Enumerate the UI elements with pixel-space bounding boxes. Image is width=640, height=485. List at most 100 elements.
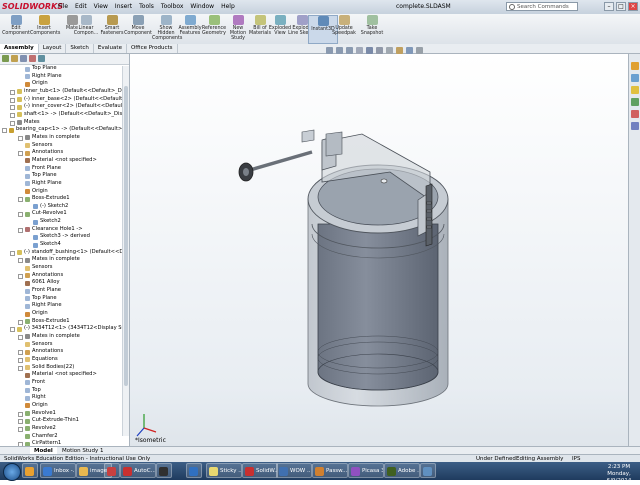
tab-evaluate[interactable]: Evaluate xyxy=(94,44,127,53)
ribbon-take-snapshot-button[interactable]: Take Snapshot xyxy=(358,15,386,36)
scrollbar-thumb[interactable] xyxy=(124,86,128,386)
taskbar-item[interactable]: Inbox -... xyxy=(40,463,76,478)
tree-item[interactable]: Boss-Extrude1 xyxy=(0,195,129,203)
custom-properties-icon[interactable] xyxy=(631,122,639,130)
tree-item[interactable]: Top xyxy=(0,387,129,395)
dimxpert-icon[interactable] xyxy=(29,55,36,62)
taskbar-item[interactable]: AutoC... xyxy=(120,463,156,478)
tree-item[interactable]: Origin xyxy=(0,402,129,410)
menu-window[interactable]: Window xyxy=(190,3,214,10)
tree-item[interactable]: Equations xyxy=(0,356,129,364)
property-manager-icon[interactable] xyxy=(11,55,18,62)
tree-item[interactable]: Chamfer2 xyxy=(0,433,129,441)
apply-scene-icon[interactable] xyxy=(406,47,413,54)
tree-item[interactable]: (-) 3434T12<1> (3434T12<Display State-12… xyxy=(0,325,129,333)
tree-item[interactable]: Sensors xyxy=(0,142,129,150)
expand-toggle-icon[interactable] xyxy=(10,89,15,95)
tab-assembly[interactable]: Assembly xyxy=(0,44,39,53)
tree-item[interactable]: Origin xyxy=(0,80,129,88)
menu-view[interactable]: View xyxy=(94,3,108,10)
expand-toggle-icon[interactable] xyxy=(10,97,15,103)
tree-item[interactable]: Annotations xyxy=(0,272,129,280)
tree-item[interactable]: Right Plane xyxy=(0,73,129,81)
ribbon-linear-compon-button[interactable]: Linear Compon... xyxy=(72,15,100,36)
assembly-model[interactable] xyxy=(130,54,628,446)
configuration-manager-icon[interactable] xyxy=(20,55,27,62)
expand-toggle-icon[interactable] xyxy=(18,350,23,356)
zoom-to-area-icon[interactable] xyxy=(336,47,343,54)
tree-item[interactable]: Sketch3 -> derived xyxy=(0,233,129,241)
expand-toggle-icon[interactable] xyxy=(18,227,23,233)
tree-item[interactable]: Revolve1 xyxy=(0,410,129,418)
taskbar-item[interactable] xyxy=(22,463,38,478)
inner-tub[interactable] xyxy=(317,223,439,391)
expand-toggle-icon[interactable] xyxy=(18,319,23,325)
design-library-icon[interactable] xyxy=(631,74,639,82)
graphics-area[interactable] xyxy=(130,54,628,446)
menu-insert[interactable]: Insert xyxy=(115,3,132,10)
taskbar-item[interactable]: Adobe ... xyxy=(384,463,420,478)
taskbar-item[interactable]: Passw... xyxy=(312,463,348,478)
zoom-to-fit-icon[interactable] xyxy=(326,47,333,54)
tree-item[interactable]: (-) inner_base<2> (Default<<Default>_Di xyxy=(0,96,129,104)
hide-show-items-icon[interactable] xyxy=(386,47,393,54)
close-icon[interactable]: × xyxy=(628,2,638,11)
maximize-icon[interactable]: □ xyxy=(616,2,626,11)
tree-item[interactable]: Mates in complete xyxy=(0,256,129,264)
expand-toggle-icon[interactable] xyxy=(18,151,23,157)
view-settings-icon[interactable] xyxy=(416,47,423,54)
search-commands-input[interactable]: Search Commands xyxy=(506,2,578,11)
expand-toggle-icon[interactable] xyxy=(18,419,23,425)
tree-item[interactable]: Mates xyxy=(0,119,129,127)
expand-toggle-icon[interactable] xyxy=(18,426,23,432)
tree-item[interactable]: Cut-Revolve1 xyxy=(0,210,129,218)
feature-manager-icon[interactable] xyxy=(2,55,9,62)
tree-item[interactable]: Clearance Hole1 -> xyxy=(0,226,129,234)
display-style-icon[interactable] xyxy=(376,47,383,54)
tree-item[interactable]: Annotations xyxy=(0,149,129,157)
taskbar-item[interactable]: Sticky ... xyxy=(206,463,242,478)
tree-item[interactable]: Right Plane xyxy=(0,302,129,310)
center-shaft[interactable] xyxy=(380,178,388,184)
tree-item[interactable]: shaft<1> -> (Default<<Default>_Display S xyxy=(0,111,129,119)
tree-item[interactable]: Annotations xyxy=(0,348,129,356)
side-rod[interactable] xyxy=(425,183,433,247)
solidworks-resources-icon[interactable] xyxy=(631,62,639,70)
taskbar-item[interactable] xyxy=(156,463,172,478)
tree-item[interactable]: Material <not specified> xyxy=(0,371,129,379)
menu-file[interactable]: File xyxy=(58,3,68,10)
expand-toggle-icon[interactable] xyxy=(10,105,15,111)
tree-item[interactable]: Sensors xyxy=(0,264,129,272)
expand-toggle-icon[interactable] xyxy=(2,128,7,134)
taskbar-item[interactable] xyxy=(420,463,436,478)
expand-toggle-icon[interactable] xyxy=(18,135,23,141)
taskbar-item[interactable]: Picasa 3 xyxy=(348,463,384,478)
view-orientation-icon[interactable] xyxy=(366,47,373,54)
edit-appearance-icon[interactable] xyxy=(396,47,403,54)
tree-item[interactable]: Top Plane xyxy=(0,65,129,73)
ribbon-edit-component-button[interactable]: Edit Component xyxy=(2,15,30,36)
ribbon-update-speedpak-button[interactable]: Update Speedpak xyxy=(330,15,358,36)
tree-item[interactable]: Right xyxy=(0,394,129,402)
tree-item[interactable]: bearing_cap<1> -> (Default<<Default>_Dis… xyxy=(0,126,129,134)
display-manager-icon[interactable] xyxy=(38,55,45,62)
tree-item[interactable]: (-) inner_cover<2> (Default<<Default>_Di xyxy=(0,103,129,111)
expand-toggle-icon[interactable] xyxy=(18,411,23,417)
taskbar-item[interactable]: SolidW... xyxy=(242,463,278,478)
menu-edit[interactable]: Edit xyxy=(75,3,87,10)
previous-view-icon[interactable] xyxy=(346,47,353,54)
ribbon-insert-components-button[interactable]: Insert Components xyxy=(30,15,60,36)
expand-toggle-icon[interactable] xyxy=(10,120,15,126)
tab-layout[interactable]: Layout xyxy=(39,44,67,53)
ribbon-move-component-button[interactable]: Move Component xyxy=(124,15,152,36)
tree-item[interactable]: Solid Bodies(22) xyxy=(0,364,129,372)
view-palette-icon[interactable] xyxy=(631,98,639,106)
tree-item[interactable]: Sketch4 xyxy=(0,241,129,249)
expand-toggle-icon[interactable] xyxy=(18,334,23,340)
tree-item[interactable]: Boss-Extrude1 xyxy=(0,318,129,326)
expand-toggle-icon[interactable] xyxy=(18,365,23,371)
tree-item[interactable]: Right Plane xyxy=(0,180,129,188)
appearances-icon[interactable] xyxy=(631,110,639,118)
tree-item[interactable]: 6061 Alloy xyxy=(0,279,129,287)
expand-toggle-icon[interactable] xyxy=(18,258,23,264)
